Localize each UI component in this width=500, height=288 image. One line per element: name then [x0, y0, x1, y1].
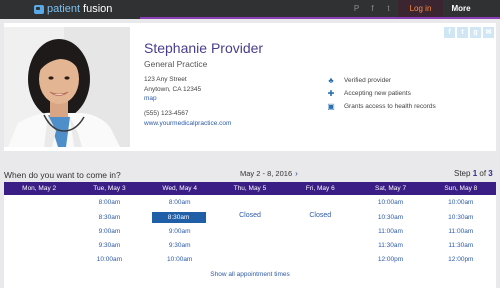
- booking-question: When do you want to come in?: [4, 170, 121, 180]
- time-slot[interactable]: 8:00am: [74, 197, 144, 208]
- step-prefix: Step: [454, 169, 471, 178]
- feature-label: Accepting new patients: [344, 90, 411, 97]
- time-slot[interactable]: 9:30am: [145, 240, 215, 251]
- time-slot[interactable]: 10:30am: [426, 212, 496, 223]
- time-slot[interactable]: 9:30am: [74, 240, 144, 251]
- time-slot[interactable]: 10:00am: [74, 254, 144, 265]
- feature-label: Verified provider: [344, 77, 391, 84]
- day-header: Fri, May 6: [305, 185, 335, 192]
- provider-phone: (555) 123-4567: [144, 110, 189, 117]
- time-slot[interactable]: 12:00pm: [426, 254, 496, 265]
- share-google-icon[interactable]: g: [470, 27, 481, 38]
- time-slot[interactable]: 12:00pm: [355, 254, 425, 265]
- login-link[interactable]: Log in: [398, 0, 443, 17]
- step-current: 1: [472, 169, 478, 178]
- time-slot[interactable]: 9:00am: [74, 226, 144, 237]
- closed-label: Closed: [309, 212, 332, 219]
- time-slot[interactable]: 10:00am: [426, 197, 496, 208]
- day-header: Tue, May 3: [93, 185, 126, 192]
- feature-label: Grants access to health records: [344, 103, 436, 110]
- feature-health-records: ▣ Grants access to health records: [326, 100, 436, 113]
- provider-photo: [4, 27, 130, 147]
- day-header: Sun, May 8: [444, 185, 478, 192]
- day-header: Sat, May 7: [375, 185, 407, 192]
- map-link[interactable]: map: [144, 95, 157, 102]
- provider-name: Stephanie Provider: [144, 40, 264, 56]
- patient-fusion-logo[interactable]: patient fusion: [34, 3, 112, 16]
- date-range-label: May 2 - 8, 2016: [240, 169, 293, 178]
- brand-name-part1: patient: [47, 3, 81, 15]
- feature-accepting-patients: ✚ Accepting new patients: [326, 87, 436, 100]
- provider-specialty: General Practice: [144, 59, 208, 69]
- time-slot[interactable]: 11:30am: [426, 240, 496, 251]
- time-slot[interactable]: 8:30am: [74, 212, 144, 223]
- day-header: Mon, May 2: [22, 185, 57, 192]
- topbar-accent-line: [140, 17, 500, 19]
- share-email-icon[interactable]: ✉: [483, 27, 494, 38]
- show-all-times-link[interactable]: Show all appointment times: [0, 271, 500, 278]
- time-slot[interactable]: 11:30am: [355, 240, 425, 251]
- website-link[interactable]: www.yourmedicalpractice.com: [144, 120, 231, 127]
- time-slot[interactable]: 10:00am: [145, 254, 215, 265]
- provider-card: f t g ✉ Stephanie Provider General Pract…: [4, 23, 496, 151]
- day-header: Thu, May 5: [233, 185, 267, 192]
- time-slot[interactable]: 9:00am: [145, 226, 215, 237]
- schedule-day-header: Mon, May 2 Tue, May 3 Wed, May 4 Thu, Ma…: [4, 182, 496, 195]
- twitter-icon[interactable]: t: [384, 4, 393, 14]
- share-twitter-icon[interactable]: t: [457, 27, 468, 38]
- new-patients-icon: ✚: [327, 89, 335, 98]
- provider-features: ♣ Verified provider ✚ Accepting new pati…: [326, 74, 436, 113]
- step-indicator: Step 1 of 3: [454, 169, 493, 178]
- time-slot[interactable]: 10:00am: [355, 197, 425, 208]
- time-slot[interactable]: 10:30am: [355, 212, 425, 223]
- step-total: 3: [488, 169, 493, 178]
- pinterest-icon[interactable]: P: [352, 4, 361, 14]
- address-line1: 123 Any Street: [144, 76, 187, 83]
- date-range-selector[interactable]: May 2 - 8, 2016 ›: [240, 169, 298, 178]
- step-of: of: [479, 169, 487, 178]
- address-line2: Anytown, CA 12345: [144, 86, 202, 93]
- share-icons: f t g ✉: [444, 27, 494, 38]
- social-links: P f t: [352, 4, 393, 14]
- time-slot[interactable]: 11:00am: [355, 226, 425, 237]
- verified-provider-icon: ♣: [328, 76, 334, 85]
- selected-time-slot[interactable]: 8:30am: [151, 212, 206, 223]
- time-slot[interactable]: 8:00am: [145, 197, 215, 208]
- logo-icon: [34, 5, 44, 14]
- closed-label: Closed: [239, 212, 261, 219]
- share-facebook-icon[interactable]: f: [444, 27, 455, 38]
- brand-name-part2: fusion: [83, 3, 113, 15]
- top-navigation-bar: patient fusion P f t Log in More: [0, 0, 500, 19]
- time-slot[interactable]: 11:00am: [426, 226, 496, 237]
- provider-portrait-image: [4, 27, 130, 147]
- day-header: Wed, May 4: [162, 185, 197, 192]
- facebook-icon[interactable]: f: [368, 4, 377, 14]
- health-records-icon: ▣: [327, 102, 335, 111]
- more-menu-button[interactable]: More: [446, 0, 476, 17]
- next-week-arrow-icon[interactable]: ›: [295, 169, 298, 178]
- feature-verified-provider: ♣ Verified provider: [326, 74, 436, 87]
